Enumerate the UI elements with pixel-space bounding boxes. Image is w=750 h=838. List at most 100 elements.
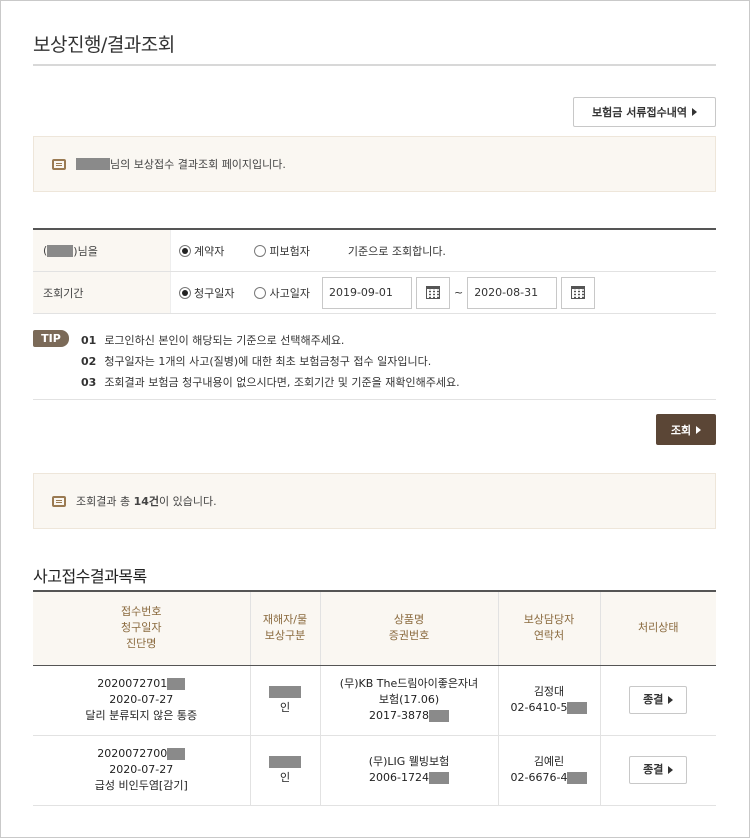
header-line: 접수번호 (121, 605, 162, 619)
header-line: 상품명 (393, 613, 425, 627)
notice-box-top: 님의 보상접수 결과조회 페이지입니다. (33, 136, 716, 192)
status-label: 종결 (643, 763, 664, 776)
radio-unchecked-icon (254, 244, 267, 257)
query-button-label: 조회 (670, 423, 692, 437)
masked-value (567, 772, 588, 784)
header-line: 진단명 (126, 637, 157, 651)
claim-date: 2020-07-27 (109, 693, 174, 706)
arrow-right-icon (668, 766, 674, 774)
header-line: 재해자/물 (262, 613, 308, 627)
result-count: 14건 (133, 495, 160, 508)
cell-receipt: 2020072701 2020-07-27 달리 분류되지 않은 통증 (33, 665, 251, 736)
date-from-input[interactable]: 2019-09-01 (321, 276, 412, 309)
masked-line (251, 754, 320, 770)
cell-manager: 김예린 02-6676-4 (498, 735, 601, 806)
masked-value (167, 678, 186, 690)
masked-value (567, 702, 588, 714)
col-header-product: 상품명 증권번호 (320, 591, 499, 666)
tip-box: TIP 01 로그인하신 본인이 해당되는 기준으로 선택해주세요. 02 청구일자… (33, 330, 716, 400)
docs-receipt-history-button[interactable]: 보험금 서류접수내역 (573, 97, 716, 127)
table-header-row: 접수번호 청구일자 진단명 재해자/물 보상구분 상품명 증권번호 보상담당자 … (33, 591, 716, 666)
category: 인 (279, 771, 291, 784)
tip-badge: TIP (33, 330, 69, 347)
masked-name (76, 158, 110, 170)
header-line: 보상구분 (264, 629, 306, 643)
radio-checked-icon (179, 244, 191, 257)
query-button[interactable]: 조회 (656, 414, 716, 445)
status-label: 종결 (643, 693, 664, 706)
policy-number: 2017-3878 (369, 709, 429, 722)
policy-number: 2006-1724 (369, 771, 429, 784)
tip-item: 03 조회결과 보험금 청구내용이 없으시다면, 조회기간 및 기준을 재확인해주… (81, 374, 460, 390)
section-title: 사고접수결과목록 (33, 567, 147, 586)
radio-contractor[interactable]: 계약자 (179, 243, 224, 259)
page-title: 보상진행/결과조회 (33, 34, 175, 56)
receipt-number: 2020072700 (97, 747, 168, 760)
product-name: (무)LIG 웰빙보험 (368, 755, 450, 768)
header-line: 처리상태 (638, 621, 679, 635)
tip-number: 01 (81, 334, 97, 347)
date-from-calendar-button[interactable] (415, 276, 450, 309)
date-to-calendar-button[interactable] (561, 276, 596, 309)
search-form: ( )님을 계약자 피보험자 기준으로 조회합니다. 조회기간 청구일자 사고일… (33, 228, 716, 314)
masked-value (269, 686, 301, 698)
basis-suffix-text: 기준으로 조회합니다. (347, 244, 446, 258)
manager-phone: 02-6676-4 (510, 771, 568, 784)
radio-claim-date[interactable]: 청구일자 (179, 285, 234, 301)
table-row: 2020072701 2020-07-27 달리 분류되지 않은 통증 인 (무… (33, 665, 716, 736)
product-name-cont: 보험(17.06) (378, 693, 440, 706)
search-row-period: 조회기간 청구일자 사고일자 2019-09-01 ~ 2020-08-31 (33, 272, 716, 314)
tip-text: 조회결과 보험금 청구내용이 없으시다면, 조회기간 및 기준을 재확인해주세요… (104, 376, 460, 389)
manager-name: 김정대 (533, 685, 565, 698)
radio-claim-date-label: 청구일자 (194, 286, 235, 300)
radio-insured-label: 피보험자 (269, 244, 310, 258)
tip-item: 01 로그인하신 본인이 해당되는 기준으로 선택해주세요. (81, 332, 344, 348)
result-prefix: 조회결과 총 (76, 495, 134, 508)
cell-category: 인 (250, 735, 321, 806)
date-range-separator: ~ (453, 286, 464, 299)
date-to-input[interactable]: 2020-08-31 (467, 276, 558, 309)
notice-top-text: 님의 보상접수 결과조회 페이지입니다. (110, 158, 286, 171)
policy-line: 2017-3878 (321, 708, 498, 724)
status-button[interactable]: 종결 (629, 686, 688, 714)
status-button[interactable]: 종결 (629, 756, 688, 784)
policy-line: 2006-1724 (321, 770, 498, 786)
diagnosis: 급성 비인두염[감기] (94, 779, 188, 792)
masked-value (428, 710, 449, 722)
arrow-right-icon (696, 425, 702, 434)
cell-manager: 김정대 02-6410-5 (498, 665, 601, 736)
receipt-number: 2020072701 (97, 677, 168, 690)
cell-product: (무)LIG 웰빙보험 2006-1724 (320, 735, 499, 806)
radio-accident-date[interactable]: 사고일자 (254, 285, 310, 301)
manager-name: 김예린 (533, 755, 565, 768)
phone-line: 02-6410-5 (499, 700, 600, 716)
tip-item: 02 청구일자는 1개의 사고(질병)에 대한 최초 보험금청구 접수 일자입니다… (81, 353, 431, 369)
cell-product: (무)KB The드림아이좋은자녀 보험(17.06) 2017-3878 (320, 665, 499, 736)
calendar-icon (425, 286, 440, 299)
search-row-basis: ( )님을 계약자 피보험자 기준으로 조회합니다. (33, 230, 716, 272)
tip-text: 로그인하신 본인이 해당되는 기준으로 선택해주세요. (104, 334, 345, 347)
calendar-icon (571, 286, 586, 299)
manager-phone: 02-6410-5 (510, 701, 568, 714)
masked-value (167, 748, 186, 760)
radio-insured[interactable]: 피보험자 (254, 243, 310, 259)
header-line: 증권번호 (388, 629, 430, 643)
radio-checked-icon (179, 286, 191, 299)
tip-number: 02 (81, 355, 97, 368)
results-table: 접수번호 청구일자 진단명 재해자/물 보상구분 상품명 증권번호 보상담당자 … (33, 590, 716, 806)
receipt-line: 2020072701 (33, 676, 250, 692)
tip-text: 청구일자는 1개의 사고(질병)에 대한 최초 보험금청구 접수 일자입니다. (104, 355, 432, 368)
radio-unchecked-icon (254, 286, 267, 299)
header-line: 보상담당자 (523, 613, 575, 627)
claim-date: 2020-07-27 (109, 763, 174, 776)
masked-value (428, 772, 449, 784)
table-row: 2020072700 2020-07-27 급성 비인두염[감기] 인 (무)L… (33, 735, 716, 806)
radio-contractor-label: 계약자 (194, 244, 225, 258)
cell-category: 인 (250, 665, 321, 736)
basis-options: 계약자 피보험자 기준으로 조회합니다. (171, 243, 446, 259)
message-icon (52, 495, 66, 507)
phone-line: 02-6676-4 (499, 770, 600, 786)
masked-line (251, 684, 320, 700)
col-header-category: 재해자/물 보상구분 (250, 591, 321, 666)
message-icon (52, 158, 66, 170)
